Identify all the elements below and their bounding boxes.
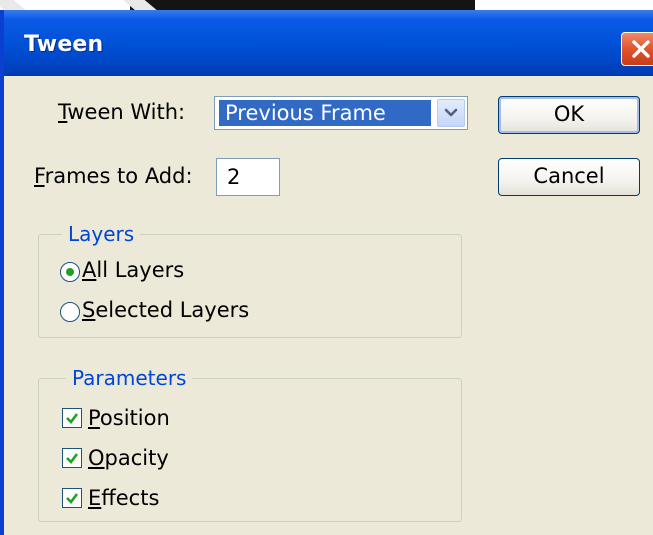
tween-with-select[interactable]: Previous Frame [214, 96, 468, 130]
close-icon [632, 40, 650, 58]
all-layers-label[interactable]: All Layers [82, 258, 184, 282]
tween-with-value: Previous Frame [219, 100, 431, 126]
tween-dialog: Tween Tween With: Previous Frame OK Canc… [0, 10, 653, 535]
opacity-checkbox[interactable] [62, 448, 82, 468]
position-label[interactable]: Position [88, 406, 170, 430]
checkmark-icon [66, 453, 79, 464]
selected-layers-label[interactable]: Selected Layers [82, 298, 249, 322]
effects-checkbox[interactable] [62, 488, 82, 508]
opacity-label[interactable]: Opacity [88, 446, 169, 470]
dialog-title: Tween [24, 32, 104, 57]
dialog-body: Tween With: Previous Frame OK Cancel Fra… [4, 76, 653, 535]
checkmark-icon [66, 413, 79, 424]
frames-to-add-label: Frames to Add: [34, 164, 193, 188]
radio-selected-dot [66, 268, 74, 276]
tween-with-label: Tween With: [58, 100, 186, 124]
layers-legend: Layers [62, 222, 141, 246]
parameters-legend: Parameters [66, 366, 193, 390]
chevron-down-icon [444, 108, 458, 117]
cancel-button[interactable]: Cancel [498, 158, 640, 196]
all-layers-radio[interactable] [60, 262, 80, 282]
position-checkbox[interactable] [62, 408, 82, 428]
ok-button[interactable]: OK [498, 96, 640, 134]
screen: Tween Tween With: Previous Frame OK Canc… [0, 0, 653, 535]
title-bar[interactable]: Tween [4, 10, 653, 76]
selected-layers-radio[interactable] [60, 302, 80, 322]
effects-label[interactable]: Effects [88, 486, 159, 510]
layers-group [38, 234, 462, 338]
close-button[interactable] [621, 32, 653, 66]
frames-to-add-input[interactable]: 2 [216, 158, 280, 196]
checkmark-icon [66, 493, 79, 504]
dropdown-button[interactable] [437, 99, 465, 127]
